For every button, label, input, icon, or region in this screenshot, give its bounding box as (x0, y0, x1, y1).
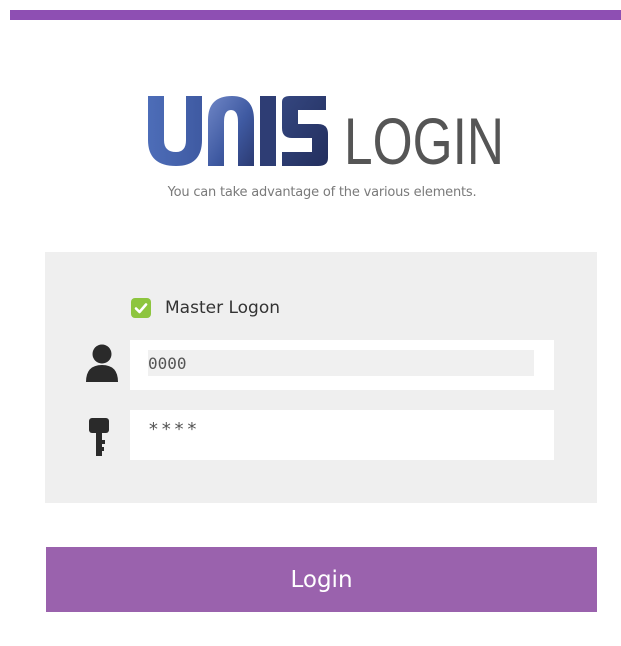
login-button[interactable]: Login (46, 547, 597, 612)
master-logon-checkbox[interactable] (131, 298, 151, 318)
logo-login-word: LOGIN (344, 104, 504, 168)
master-logon-row[interactable]: Master Logon (131, 296, 280, 320)
login-page: LOGIN You can take advantage of the vari… (0, 0, 621, 646)
tagline: You can take advantage of the various el… (167, 185, 477, 200)
user-id-input[interactable] (148, 350, 534, 376)
check-icon (134, 303, 148, 314)
user-id-field[interactable] (130, 340, 554, 390)
user-icon (86, 344, 118, 386)
key-icon (89, 418, 109, 462)
password-input[interactable] (148, 416, 534, 442)
top-accent-bar (10, 10, 621, 20)
password-field[interactable] (130, 410, 554, 460)
unis-login-logo: LOGIN (148, 92, 508, 168)
master-logon-label: Master Logon (165, 298, 280, 318)
